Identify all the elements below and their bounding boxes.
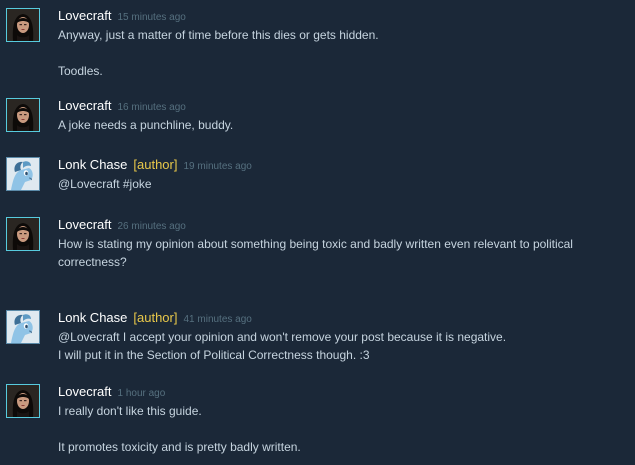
commenter-avatar[interactable]: [6, 157, 40, 191]
comment-header: Lonk Chase [author] 19 minutes ago: [58, 157, 252, 175]
comment-header: Lovecraft 15 minutes ago: [58, 8, 186, 26]
author-badge: [author]: [133, 310, 178, 325]
comment: Lovecraft 16 minutes ago A joke needs a p…: [0, 98, 635, 138]
author-name-link[interactable]: Lovecraft: [58, 8, 111, 23]
comment: Lonk Chase [author] 41 minutes ago @Lovecr…: [0, 310, 635, 366]
author-name-link[interactable]: Lonk Chase: [58, 310, 127, 325]
author-badge: [author]: [133, 157, 178, 172]
comment: Lonk Chase [author] 19 minutes ago @Lovecr…: [0, 157, 635, 197]
comment-timestamp: 19 minutes ago: [183, 161, 252, 172]
commenter-avatar[interactable]: [6, 8, 40, 42]
comment-timestamp: 16 minutes ago: [117, 102, 186, 113]
comment-text-line: A joke needs a punchline, buddy.: [58, 118, 234, 132]
comment-header: Lonk Chase [author] 41 minutes ago: [58, 310, 252, 328]
comment-text-line: @Lovecraft #joke: [58, 177, 152, 191]
comment-text-line: @Lovecraft I accept your opinion and won…: [58, 330, 507, 344]
comment-text-line: I will put it in the Section of Politica…: [58, 348, 370, 362]
dark-haired-woman-avatar-icon: [7, 218, 39, 250]
comment-timestamp: 15 minutes ago: [117, 12, 186, 23]
commenter-avatar[interactable]: [6, 217, 40, 251]
comment: Lovecraft 15 minutes ago Anyway, just a m…: [0, 8, 635, 80]
author-name-link[interactable]: Lovecraft: [58, 98, 111, 113]
comment-text-line: Toodles.: [58, 64, 103, 78]
author-name-link[interactable]: Lonk Chase: [58, 157, 127, 172]
comment-text: A joke needs a punchline, buddy.: [58, 116, 628, 134]
comment-header: Lovecraft 1 hour ago: [58, 384, 165, 402]
dark-haired-woman-avatar-icon: [7, 99, 39, 131]
author-name-link[interactable]: Lovecraft: [58, 217, 111, 232]
comment-text-line: How is stating my opinion about somethin…: [58, 237, 573, 269]
comment-timestamp: 41 minutes ago: [183, 314, 252, 325]
comment-text-line: I really don't like this guide.: [58, 404, 202, 418]
comment-text-line: It promotes toxicity and is pretty badly…: [58, 440, 301, 454]
comment-text: @Lovecraft I accept your opinion and won…: [58, 328, 628, 364]
comment-timestamp: 26 minutes ago: [117, 221, 186, 232]
dark-haired-woman-avatar-icon: [7, 385, 39, 417]
commenter-avatar[interactable]: [6, 310, 40, 344]
comment-text: I really don't like this guide. It promo…: [58, 402, 628, 456]
blue-pony-avatar-icon: [7, 158, 39, 190]
comment-text-line: Anyway, just a matter of time before thi…: [58, 28, 379, 42]
author-name-link[interactable]: Lovecraft: [58, 384, 111, 399]
comment-text: Anyway, just a matter of time before thi…: [58, 26, 628, 80]
comment-thread: Lovecraft 15 minutes ago Anyway, just a m…: [0, 0, 635, 465]
comment-text: How is stating my opinion about somethin…: [58, 235, 628, 271]
comment: Lovecraft 26 minutes ago How is stating m…: [0, 217, 635, 271]
comment: Lovecraft 1 hour ago I really don't like …: [0, 384, 635, 456]
commenter-avatar[interactable]: [6, 384, 40, 418]
blue-pony-avatar-icon: [7, 311, 39, 343]
comment-text: @Lovecraft #joke: [58, 175, 628, 193]
dark-haired-woman-avatar-icon: [7, 9, 39, 41]
commenter-avatar[interactable]: [6, 98, 40, 132]
comment-header: Lovecraft 26 minutes ago: [58, 217, 186, 235]
comment-timestamp: 1 hour ago: [117, 388, 166, 399]
comment-header: Lovecraft 16 minutes ago: [58, 98, 186, 116]
